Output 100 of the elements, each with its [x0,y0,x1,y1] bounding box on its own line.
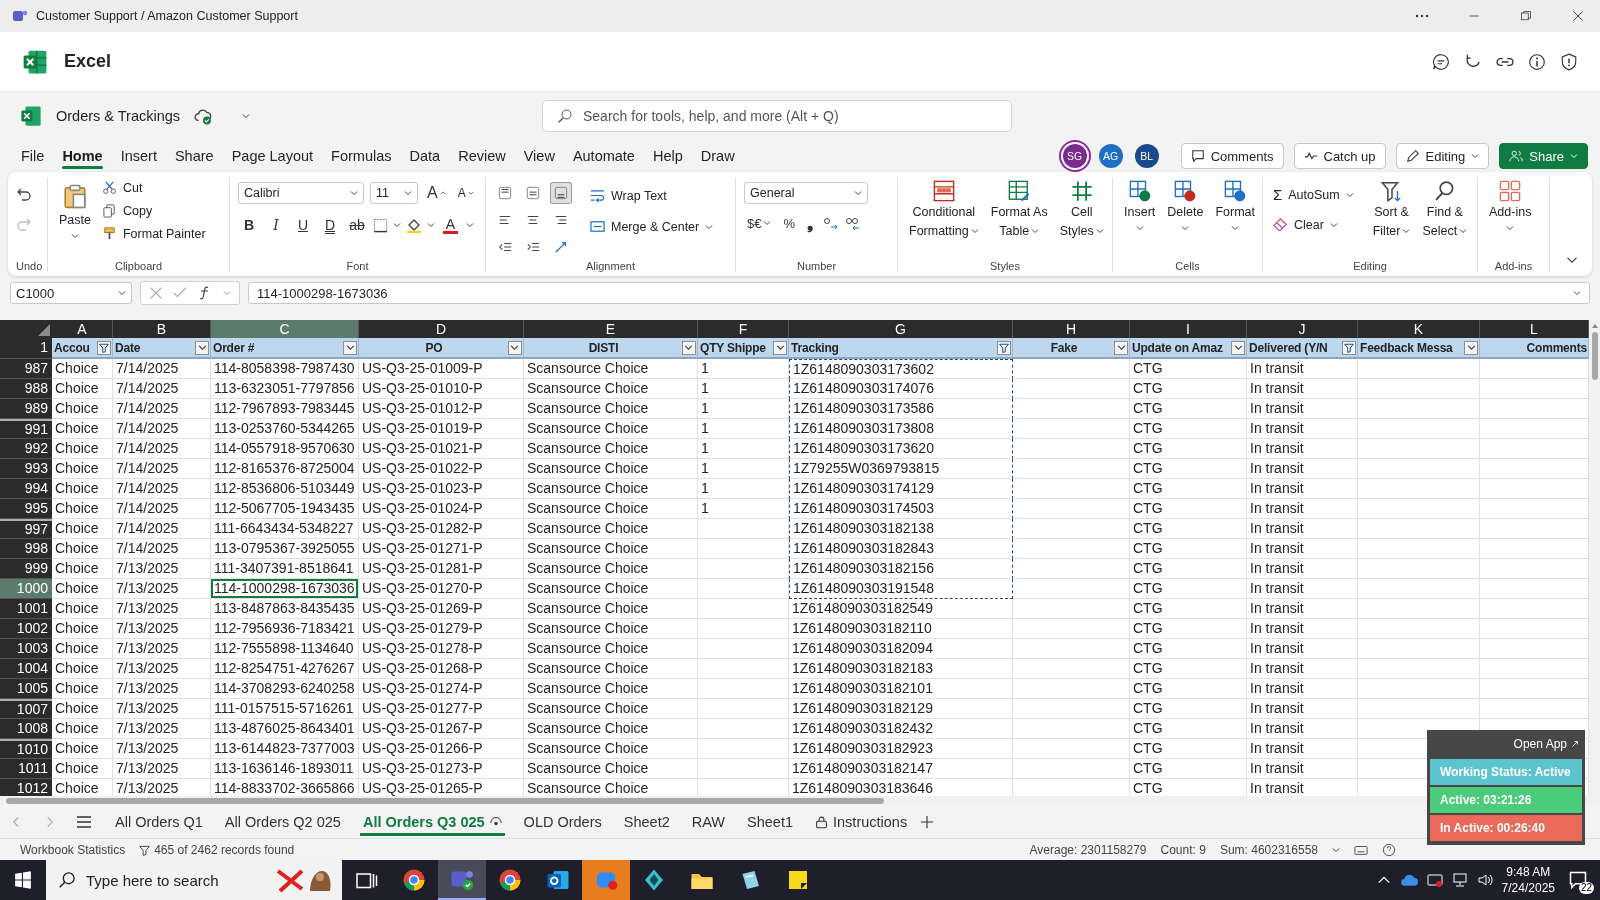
filter-button[interactable] [1342,340,1356,355]
bottom-align-icon[interactable] [550,182,572,204]
shrink-font-button[interactable]: A [454,186,477,200]
merge-center-button[interactable]: Merge & Center [588,217,716,236]
column-header[interactable]: L [1480,320,1589,338]
font-name-dropdown[interactable]: Calibri [238,182,364,204]
sheet-tab[interactable]: All Orders Q2 025 [215,807,350,836]
clock-time[interactable]: 9:48 AM [1506,864,1551,880]
sheet-tab[interactable]: OLD Orders [514,807,611,836]
avatar[interactable]: AG [1098,144,1123,168]
grow-font-button[interactable]: A [424,184,449,202]
caret-icon[interactable] [393,221,401,229]
underline-button[interactable]: U [292,214,314,236]
taskbar-search-field[interactable]: Type here to search [46,860,342,900]
avatar[interactable]: SG [1062,144,1087,168]
caret-icon[interactable] [1031,227,1040,236]
formula-field[interactable]: 114-1000298-1673036 [248,282,1590,304]
sheet-tab[interactable]: All Orders Q3 025 [353,807,511,836]
caret-icon[interactable] [854,189,862,197]
row-header[interactable]: 997 [0,519,52,539]
column-header[interactable]: H [1013,320,1130,338]
caret-icon[interactable] [1135,223,1144,232]
security-icon[interactable] [1426,872,1443,888]
dropdown-button[interactable] [1114,340,1128,355]
format-button[interactable]: Format [1212,178,1258,258]
menu-tab[interactable]: Review [449,142,515,170]
column-header[interactable]: J [1247,320,1358,338]
row-header[interactable]: 1000 [0,579,52,599]
dropdown-button[interactable] [508,340,522,355]
dropdown-button[interactable] [1464,340,1478,355]
search-field[interactable]: Search for tools, help, and more (Alt + Q) [542,100,1012,132]
plus-icon[interactable] [920,814,935,829]
clock-date[interactable]: 7/24/2025 [1501,880,1555,896]
column-header[interactable]: E [524,320,698,338]
sort-filter-button[interactable]: Sort & Filter [1369,178,1414,258]
row-header[interactable]: 1003 [0,639,52,659]
font-size-dropdown[interactable]: 11 [370,182,418,204]
column-header[interactable]: C [211,320,359,338]
row-header[interactable]: 994 [0,479,52,499]
caret-icon[interactable] [763,219,772,227]
format-painter-button[interactable]: Format Painter [99,224,208,243]
fill-color-icon[interactable] [406,217,422,233]
menu-tab[interactable]: Share [165,142,223,170]
cell-styles-button[interactable]: Cell Styles [1056,178,1107,258]
clear-button[interactable]: Clear [1271,215,1356,234]
sheet-tab[interactable]: All Orders Q1 [106,807,212,836]
row-header[interactable]: 992 [0,439,52,459]
row-header[interactable]: 1008 [0,719,52,739]
row-header[interactable]: 988 [0,379,52,399]
column-header[interactable]: A [52,320,113,338]
delete-button[interactable]: Delete [1164,178,1207,258]
undo-icon[interactable] [16,186,32,202]
caret-icon[interactable] [970,227,979,236]
number-format-dropdown[interactable]: General [744,182,868,204]
row-header[interactable]: 1005 [0,679,52,699]
menu-tab[interactable]: File [12,142,54,170]
workbook-statistics-link[interactable]: Workbook Statistics [20,843,126,857]
filter-button[interactable] [97,340,111,355]
increase-decimal-icon[interactable] [822,215,839,231]
conditional-formatting-button[interactable]: Conditional Formatting [906,178,982,258]
open-app-button[interactable]: Open App [1510,732,1582,757]
dropdown-button[interactable] [773,340,787,355]
catch-up-button[interactable]: Catch up [1293,143,1386,169]
comments-button[interactable]: Comments [1180,143,1284,169]
caret-icon[interactable] [1095,227,1104,236]
currency-button[interactable]: $€ [744,215,775,231]
menu-tab[interactable]: Automate [563,142,644,170]
format-as-table-button[interactable]: Format As Table [987,178,1051,258]
editing-button[interactable]: Editing [1395,143,1490,169]
copy-button[interactable]: Copy [99,201,208,220]
caret-icon[interactable] [118,289,126,297]
column-header[interactable]: F [698,320,789,338]
avatar[interactable]: BL [1134,144,1159,168]
font-color-button[interactable]: A [440,216,461,234]
menu-tab[interactable]: Help [643,142,692,170]
menu-tab[interactable]: Data [400,142,450,170]
caret-icon[interactable] [705,222,714,231]
caret-icon[interactable] [466,221,474,229]
caret-icon[interactable] [404,189,412,197]
column-header[interactable]: I [1130,320,1247,338]
caret-icon[interactable] [1506,223,1515,232]
network-icon[interactable] [1451,872,1468,888]
close-icon[interactable] [1572,10,1584,22]
shield-icon[interactable] [1560,52,1578,71]
menu-tab[interactable]: Home [53,142,112,170]
row-header[interactable]: 1012 [0,779,52,796]
percent-button[interactable]: % [780,215,799,231]
caret-icon[interactable] [1459,227,1468,236]
find-select-button[interactable]: Find & Select [1419,178,1471,258]
caret-icon[interactable] [1573,289,1581,297]
row-header[interactable]: 987 [0,359,52,379]
row-header[interactable]: 1007 [0,699,52,719]
italic-button[interactable]: I [265,214,287,236]
row-header[interactable]: 999 [0,559,52,579]
double-underline-button[interactable]: D [319,214,341,236]
sheet-tab[interactable]: RAW [682,807,735,836]
menu-tab[interactable]: View [514,142,564,170]
insert-button[interactable]: Insert [1121,178,1159,258]
row-header[interactable]: 989 [0,399,52,419]
caret-icon[interactable] [1231,223,1240,232]
